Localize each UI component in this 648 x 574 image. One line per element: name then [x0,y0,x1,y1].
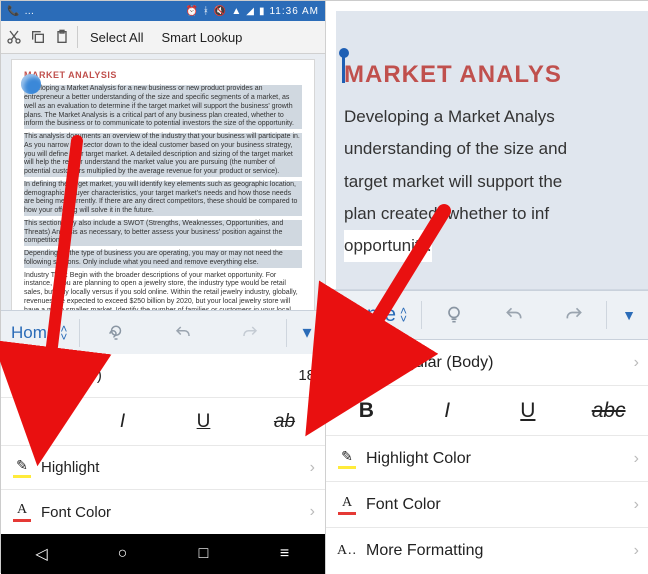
strike-button[interactable]: ab [244,398,325,446]
bold-button[interactable]: B [1,398,82,446]
style-row: B I U ab [1,398,325,446]
android-status-bar: 📞 … ⏰ ᚼ 🔇 ▲ ◢ ▮ 11:36 AM [1,1,325,21]
ribbon-bar: Home ˄˅ ▾ [1,310,325,354]
home-nav-icon[interactable]: ○ [82,534,163,574]
font-row[interactable]: Calibri (Body) 18 [1,354,325,398]
font-color-icon: A [336,495,358,515]
bold-button[interactable]: B [326,386,407,436]
status-right-icons: ⏰ ᚼ 🔇 ▲ ◢ ▮ 11:36 AM [185,6,319,17]
signal-icon: ◢ [246,6,255,17]
tell-me-icon[interactable] [424,305,484,325]
font-color-row[interactable]: A Font Color › [326,482,648,528]
left-screenshot: 📞 … ⏰ ᚼ 🔇 ▲ ◢ ▮ 11:36 AM Select All [1,1,325,574]
format-panel: Calibri (Body) 18 B I U ab ✎ Highlight ›… [1,354,325,534]
collapse-ribbon-icon[interactable]: ▾ [289,322,325,343]
context-toolbar: Select All Smart Lookup [1,21,325,54]
font-row[interactable]: Calibri Regular (Body) › [326,340,648,386]
cut-icon[interactable] [5,28,23,46]
highlight-icon: ✎ [336,448,358,469]
italic-button[interactable]: I [407,386,488,436]
ribbon-tab-home[interactable]: Home ˄˅ [1,323,77,343]
redo-icon[interactable] [217,324,284,342]
separator [421,301,422,329]
select-all-button[interactable]: Select All [84,26,149,49]
highlight-label: Highlight Color [366,450,634,468]
collapse-ribbon-icon[interactable]: ▼ [609,307,648,323]
underline-button[interactable]: U [488,386,569,436]
chevron-right-icon: › [310,459,315,477]
zoom-line: understanding of the size and [344,133,648,165]
copy-icon[interactable] [29,28,47,46]
back-nav-icon[interactable]: ◁ [1,534,82,574]
zoom-line: opportunity. [344,230,432,262]
menu-nav-icon[interactable]: ≡ [244,534,325,574]
tell-me-icon[interactable] [82,324,149,342]
doc-para: Industry Type: Begin with the broader de… [24,272,302,311]
doc-para: In defining the target market, you will … [24,181,302,216]
alarm-icon: ⏰ [185,6,198,17]
style-row: B I U abc [326,386,648,436]
ribbon-tab-label: Home [11,323,56,343]
chevron-right-icon: › [634,450,639,468]
highlight-icon: ✎ [11,457,33,478]
zoom-line: target market will support the [344,166,648,198]
bluetooth-icon: ᚼ [203,6,210,17]
separator [286,319,287,347]
separator [606,301,607,329]
document-page: MARKET ANALYSIS Developing a Market Anal… [12,60,314,310]
ribbon-tab-home[interactable]: Home ˄˅ [326,303,419,327]
font-size: 18 [298,367,315,384]
right-screenshot: MARKET ANALYS Developing a Market Analys… [325,1,648,574]
chevron-updown-icon: ˄˅ [400,307,407,323]
chevron-updown-icon: ˄˅ [60,325,67,341]
zoom-content: MARKET ANALYS Developing a Market Analys… [344,61,648,262]
strike-button[interactable]: abc [568,386,648,436]
doc-para: Depending on the type of business you ar… [24,250,302,268]
doc-title-zoom: MARKET ANALYS [344,61,648,89]
android-nav-bar: ◁ ○ □ ≡ [1,534,325,574]
chevron-right-icon: › [310,503,315,521]
selection-handle[interactable] [21,74,41,94]
format-panel: Calibri Regular (Body) › B I U abc ✎ Hig… [326,340,648,574]
italic-button[interactable]: I [82,398,163,446]
highlight-row[interactable]: ✎ Highlight › [1,446,325,490]
ribbon-tab-label: Home [340,303,396,327]
wifi-icon: ▲ [231,6,242,17]
font-color-label: Font Color [41,504,310,521]
separator [79,319,80,347]
chevron-right-icon: › [634,542,639,560]
ribbon-bar: Home ˄˅ ▼ [326,290,648,340]
document-viewport[interactable]: MARKET ANALYSIS Developing a Market Anal… [1,54,325,310]
smart-lookup-button[interactable]: Smart Lookup [155,26,248,49]
doc-title: MARKET ANALYSIS [24,70,302,81]
doc-para: Developing a Market Analysis for a new b… [24,85,302,129]
redo-icon[interactable] [544,305,604,325]
status-time: 11:36 AM [269,6,319,17]
recent-nav-icon[interactable]: □ [163,534,244,574]
font-name: Calibri (Body) [11,367,298,384]
more-formatting-icon: A.. [336,543,358,559]
more-formatting-label: More Formatting [366,542,634,560]
document-viewport-zoom[interactable]: MARKET ANALYS Developing a Market Analys… [326,1,648,290]
paste-icon[interactable] [53,28,71,46]
chevron-right-icon: › [634,354,639,372]
chevron-right-icon: › [634,496,639,514]
zoom-line: Developing a Market Analys [344,101,648,133]
highlight-label: Highlight [41,459,310,476]
undo-icon[interactable] [150,324,217,342]
font-name: Calibri Regular (Body) [336,354,634,372]
underline-button[interactable]: U [163,398,244,446]
doc-para: This section may also include a SWOT (St… [24,220,302,246]
undo-icon[interactable] [484,305,544,325]
doc-para: This analysis documents an overview of t… [24,133,302,177]
font-color-icon: A [11,502,33,522]
status-left-icons: 📞 … [7,6,35,17]
highlight-row[interactable]: ✎ Highlight Color › [326,436,648,482]
mute-icon: 🔇 [214,6,227,17]
font-color-row[interactable]: A Font Color › [1,490,325,534]
battery-icon: ▮ [259,6,266,17]
more-formatting-row[interactable]: A.. More Formatting › [326,528,648,574]
zoom-line: plan created, whether to inf [344,198,648,230]
font-color-label: Font Color [366,496,634,514]
